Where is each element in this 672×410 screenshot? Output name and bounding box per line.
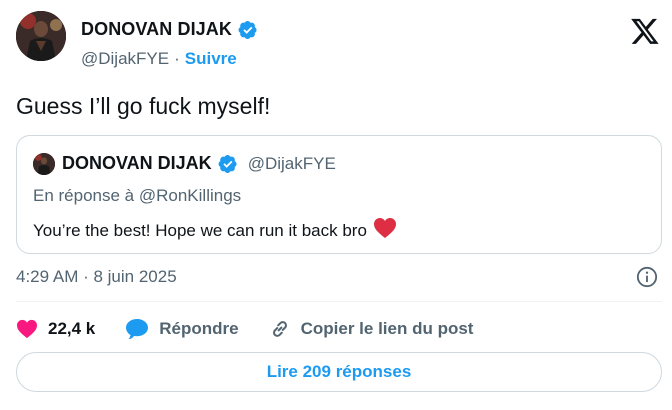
author-display-name[interactable]: DONOVAN DIJAK xyxy=(81,19,232,40)
embedded-tweet: DONOVAN DIJAK @DijakFYE · Suivre Guess I… xyxy=(0,0,672,410)
like-count: 22,4 k xyxy=(48,319,96,338)
tweet-timestamp[interactable]: 4:29 AM · 8 juin 2025 xyxy=(16,267,177,287)
speech-bubble-icon xyxy=(125,318,149,340)
red-heart-emoji xyxy=(373,217,397,244)
read-replies-button[interactable]: Lire 209 réponses xyxy=(16,352,662,392)
copy-link-label: Copier le lien du post xyxy=(300,319,474,338)
reply-context: En réponse à @RonKillings xyxy=(33,186,242,205)
author-handle[interactable]: @DijakFYE xyxy=(81,49,169,69)
verified-badge-icon xyxy=(218,154,238,174)
verified-badge-icon xyxy=(238,20,258,40)
info-icon[interactable] xyxy=(636,266,658,288)
quoted-text-row: You’re the best! Hope we can run it back… xyxy=(33,217,397,244)
separator-dot: · xyxy=(174,49,180,68)
action-bar: 22,4 k Répondre Copier le lien du post xyxy=(16,315,503,343)
follow-link[interactable]: Suivre xyxy=(185,49,237,69)
quoted-author-avatar xyxy=(33,153,55,175)
reply-label: Répondre xyxy=(159,319,239,338)
quoted-name-row: DONOVAN DIJAK @DijakFYE xyxy=(62,153,336,174)
quoted-handle: @DijakFYE xyxy=(247,153,336,173)
quoted-text: You’re the best! Hope we can run it back… xyxy=(33,220,367,240)
x-logo-icon[interactable] xyxy=(630,16,660,46)
link-icon xyxy=(269,318,291,340)
heart-icon xyxy=(16,319,38,339)
quoted-tweet[interactable]: DONOVAN DIJAK @DijakFYE En réponse à @Ro… xyxy=(16,135,662,254)
copy-link-button[interactable]: Copier le lien du post xyxy=(269,318,474,340)
author-avatar[interactable] xyxy=(16,11,66,61)
author-name-row: DONOVAN DIJAK xyxy=(81,19,258,40)
quoted-display-name: DONOVAN DIJAK xyxy=(62,153,212,173)
divider xyxy=(16,301,662,302)
like-button[interactable]: 22,4 k xyxy=(16,319,95,339)
author-handle-row: @DijakFYE · Suivre xyxy=(81,49,237,69)
reply-button[interactable]: Répondre xyxy=(125,318,239,340)
tweet-text: Guess I’ll go fuck myself! xyxy=(16,93,271,119)
